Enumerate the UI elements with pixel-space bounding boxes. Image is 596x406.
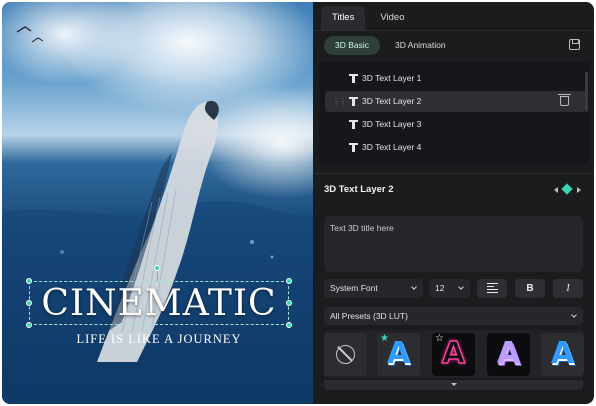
preset-letter: A — [441, 335, 466, 372]
tab-titles[interactable]: Titles — [321, 6, 366, 30]
font-size-select[interactable]: 12 — [429, 279, 470, 298]
preview-title-text: CINEMATIC — [41, 283, 277, 324]
layer-item[interactable]: 3D Text Layer 1 — [325, 68, 585, 89]
preset-gallery: ★ A ☆ A A A — [324, 330, 584, 378]
bold-button[interactable]: B — [515, 279, 545, 298]
tab-video[interactable]: Video — [369, 6, 415, 30]
preset-tile[interactable]: ☆ A — [432, 333, 475, 376]
section-divider — [313, 173, 594, 174]
subtab-3d-basic[interactable]: 3D Basic — [324, 36, 381, 55]
text-layer-icon — [349, 97, 358, 106]
layer-name: 3D Text Layer 4 — [362, 142, 422, 152]
chevron-down-icon — [411, 284, 417, 290]
font-family-value: System Font — [330, 283, 378, 293]
chevron-down-icon — [571, 312, 577, 318]
main-tabs: Titles Video — [321, 6, 416, 32]
preset-tile[interactable]: ★ A — [377, 333, 420, 376]
layer-list-scrollbar[interactable] — [585, 72, 588, 112]
preset-tile[interactable]: A — [487, 333, 530, 376]
video-preview[interactable]: CINEMATIC LIFE IS LIKE A JOURNEY — [2, 2, 313, 404]
save-preset-icon[interactable] — [569, 39, 580, 50]
layer-item[interactable]: 3D Text Layer 3 — [325, 114, 585, 135]
font-size-value: 12 — [435, 283, 445, 293]
tabs-divider — [313, 30, 594, 31]
trash-icon[interactable] — [558, 94, 571, 106]
preset-tile[interactable]: A — [541, 333, 584, 376]
layer-name: 3D Text Layer 2 — [362, 96, 422, 106]
rotate-handle[interactable] — [154, 265, 160, 271]
expand-presets-button[interactable] — [324, 380, 583, 390]
layer-item-selected[interactable]: ⋮⋮ 3D Text Layer 2 — [325, 91, 585, 112]
layer-item[interactable]: 3D Text Layer 4 — [325, 137, 585, 158]
text-align-button[interactable] — [477, 279, 507, 298]
preset-letter: A — [550, 336, 575, 371]
preview-subtitle-text: LIFE IS LIKE A JOURNEY — [76, 332, 242, 346]
font-family-select[interactable]: System Font — [324, 279, 423, 298]
no-style-icon — [336, 345, 355, 364]
keyframe-diamond-icon[interactable] — [561, 183, 573, 195]
text-layer-icon — [349, 74, 358, 83]
preset-filter-select[interactable]: All Presets (3D LUT) — [324, 307, 583, 325]
text-layer-icon — [349, 143, 358, 152]
preset-none[interactable] — [324, 333, 367, 376]
align-text-icon — [486, 283, 498, 294]
preset-letter: A — [496, 336, 521, 371]
next-keyframe-icon[interactable] — [577, 187, 581, 193]
preset-letter: A — [386, 336, 411, 371]
layer-name: 3D Text Layer 1 — [362, 73, 422, 83]
previous-keyframe-icon[interactable] — [554, 187, 558, 193]
title-editor-panel: Titles Video 3D Basic 3D Animation 3D Te… — [313, 2, 594, 404]
text-layer-icon — [349, 120, 358, 129]
rotate-line — [157, 270, 158, 281]
chevron-down-icon — [458, 284, 464, 290]
italic-button[interactable]: I — [553, 279, 583, 298]
subtab-3d-animation[interactable]: 3D Animation — [384, 36, 457, 55]
drag-handle-icon[interactable]: ⋮⋮ — [332, 91, 347, 112]
selected-layer-title: 3D Text Layer 2 — [324, 184, 394, 195]
title-text-input[interactable]: Text 3D title here — [324, 216, 583, 272]
layer-name: 3D Text Layer 3 — [362, 119, 422, 129]
layer-list: 3D Text Layer 1 ⋮⋮ 3D Text Layer 2 3D Te… — [319, 62, 589, 164]
sub-tabs: 3D Basic 3D Animation — [324, 36, 457, 55]
preset-filter-value: All Presets (3D LUT) — [330, 311, 408, 321]
